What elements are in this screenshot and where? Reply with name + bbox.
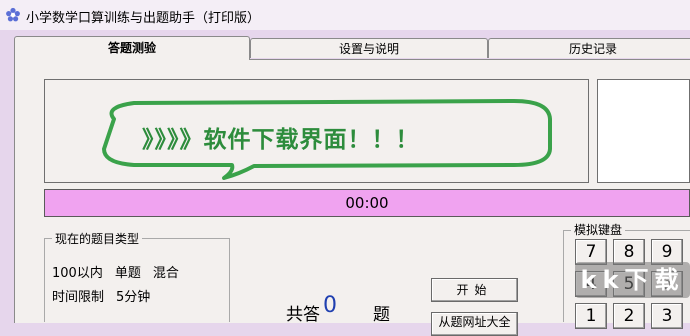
tab-history[interactable]: 历史记录 [488, 38, 690, 58]
key-2[interactable]: 2 [613, 303, 645, 329]
question-type-legend: 现在的题目类型 [52, 230, 143, 247]
mix-label: 混合 [152, 266, 179, 281]
start-button[interactable]: 开始 [431, 278, 518, 302]
key-3[interactable]: 3 [651, 303, 683, 329]
time-limit-value: 5分钟 [116, 290, 151, 305]
mode-label: 单题 [114, 266, 141, 281]
timer-display: 00:00 [44, 189, 690, 217]
total-prefix: 共答 [286, 305, 320, 325]
tab-strip: 答题测验 设置与说明 历史记录 [14, 36, 690, 60]
window-title: 小学数学口算训练与出题助手（打印版） [26, 11, 261, 26]
tab-settings[interactable]: 设置与说明 [250, 38, 488, 58]
question-type-line: 100以内 单题 混合 [52, 262, 191, 281]
total-suffix: 题 [373, 305, 390, 325]
key-1[interactable]: 1 [575, 303, 607, 329]
range-label: 100以内 [52, 266, 103, 281]
time-limit-label: 时间限制 [52, 290, 105, 305]
total-count: 0 [323, 293, 337, 318]
time-limit-line: 时间限制 5分钟 [52, 286, 162, 305]
side-display-box [597, 79, 690, 183]
watermark-logo: kk下载 [575, 262, 690, 298]
app-flower-icon [6, 7, 20, 22]
virtual-keyboard-legend: 模拟键盘 [571, 221, 626, 238]
tab-answer-test[interactable]: 答题测验 [14, 36, 250, 60]
title-bar: 小学数学口算训练与出题助手（打印版） [0, 0, 690, 30]
banner-text: 》》》》软件下载界面！！！ [142, 126, 420, 153]
secondary-button[interactable]: 从题网址大全 [431, 312, 518, 336]
